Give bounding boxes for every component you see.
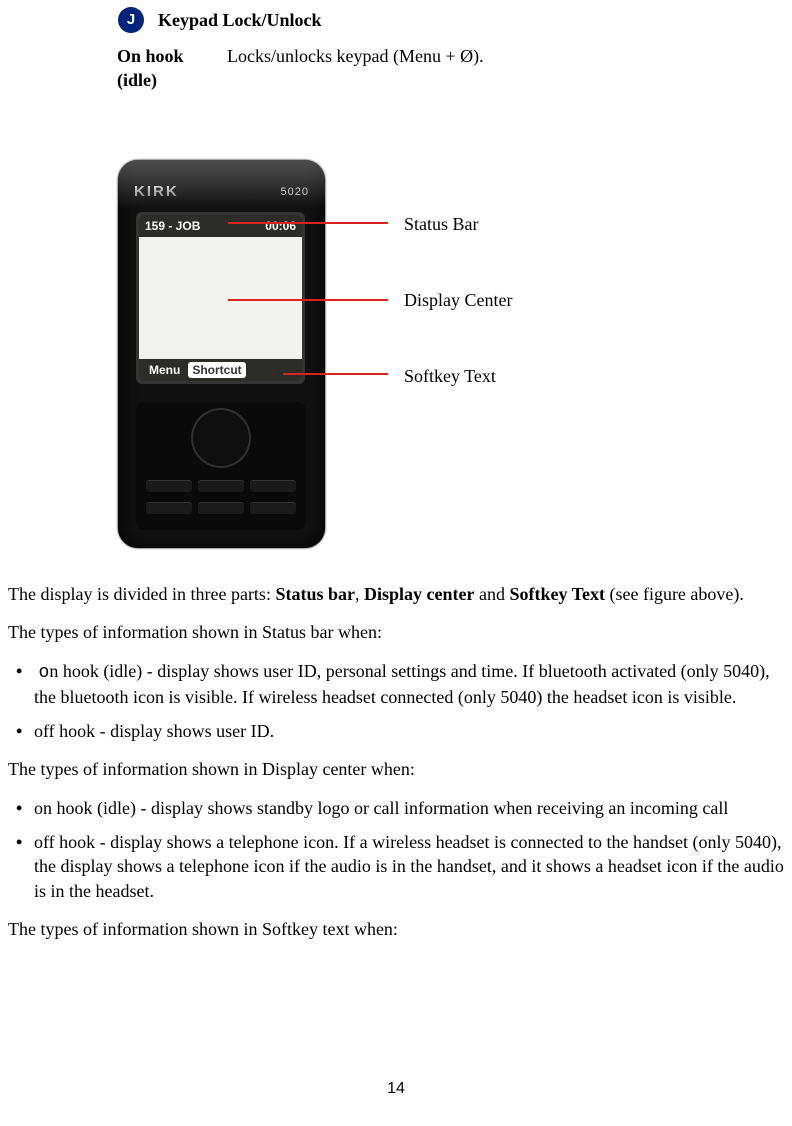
- p1d: Display center: [364, 584, 474, 604]
- page: J Keypad Lock/Unlock On hook (idle) Lock…: [0, 0, 792, 1126]
- status-bar-list: on hook (idle) - display shows user ID, …: [8, 659, 784, 744]
- paragraph-2: The types of information shown in Status…: [8, 620, 784, 644]
- definition-body: Locks/unlocks keypad (Menu + Ø).: [227, 44, 484, 93]
- callout-line-center: [228, 299, 388, 301]
- phone-illustration: KIRK 5020 159 - JOB 00:06 Menu Shortcut: [118, 160, 325, 548]
- callout-status-bar: Status Bar: [404, 212, 479, 236]
- list-item: off hook - display shows user ID.: [34, 719, 784, 743]
- p1c: ,: [355, 584, 364, 604]
- phone-brand-row: KIRK 5020: [118, 182, 325, 202]
- section-marker-icon: J: [118, 7, 144, 33]
- list-item: off hook - display shows a telephone ico…: [34, 830, 784, 903]
- p1g: (see figure above).: [605, 584, 744, 604]
- section-title: Keypad Lock/Unlock: [158, 8, 322, 32]
- p1f: Softkey Text: [509, 584, 605, 604]
- phone-keypad: [136, 402, 306, 530]
- section-header: J Keypad Lock/Unlock: [118, 7, 322, 33]
- paragraph-1: The display is divided in three parts: S…: [8, 582, 784, 606]
- p1b: Status bar: [275, 584, 355, 604]
- phone-model: 5020: [281, 182, 309, 202]
- definition-term: On hook (idle): [117, 44, 227, 93]
- li1-first-char: o: [39, 663, 50, 683]
- paragraph-4: The types of information shown in Softke…: [8, 917, 784, 941]
- figure: KIRK 5020 159 - JOB 00:06 Menu Shortcut: [118, 160, 698, 560]
- display-center-list: on hook (idle) - display shows standby l…: [8, 796, 784, 903]
- page-number: 14: [0, 1078, 792, 1100]
- callout-line-status: [228, 222, 388, 224]
- definition-row: On hook (idle) Locks/unlocks keypad (Men…: [117, 44, 484, 93]
- paragraph-3: The types of information shown in Displa…: [8, 757, 784, 781]
- list-item: on hook (idle) - display shows standby l…: [34, 796, 784, 820]
- phone-display-center: [139, 237, 302, 359]
- softkey-right: Shortcut: [188, 362, 245, 378]
- status-right: 00:06: [265, 218, 296, 234]
- li1-rest: n hook (idle) - display shows user ID, p…: [34, 661, 770, 707]
- callout-softkey-text: Softkey Text: [404, 364, 496, 388]
- callout-line-softkey: [283, 373, 388, 375]
- phone-screen: 159 - JOB 00:06 Menu Shortcut: [136, 212, 305, 384]
- body-text: The display is divided in three parts: S…: [0, 582, 792, 955]
- list-item: on hook (idle) - display shows user ID, …: [34, 659, 784, 710]
- p1e: and: [474, 584, 509, 604]
- phone-status-bar: 159 - JOB 00:06: [139, 215, 302, 237]
- status-left: 159 - JOB: [145, 218, 200, 234]
- softkey-left: Menu: [145, 362, 184, 378]
- keypad-keys-icon: [146, 480, 296, 518]
- phone-softkey-bar: Menu Shortcut: [139, 359, 302, 381]
- p1a: The display is divided in three parts:: [8, 584, 275, 604]
- callout-display-center: Display Center: [404, 288, 512, 312]
- phone-brand: KIRK: [134, 182, 179, 202]
